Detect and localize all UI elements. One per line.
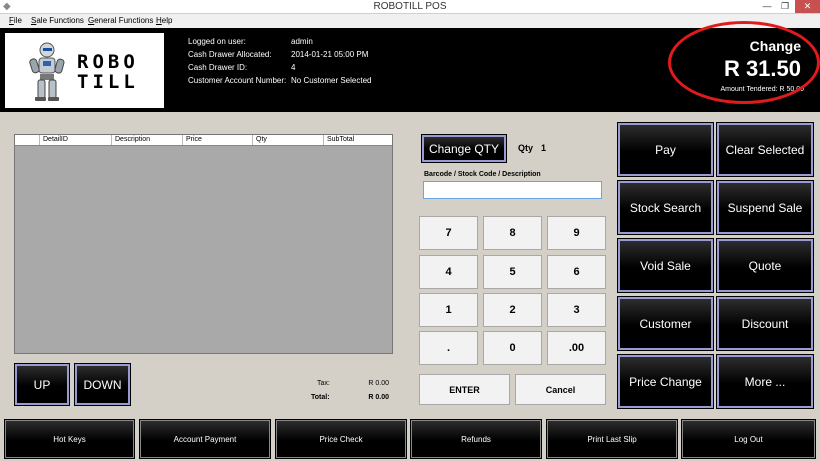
column-price[interactable]: Price (182, 135, 252, 145)
tax-label: Tax: (317, 380, 330, 387)
column-description[interactable]: Description (111, 135, 182, 145)
keypad-0[interactable]: 0 (483, 331, 542, 365)
logo-line-2: TILL (77, 71, 139, 93)
logo-wordmark: ROBO TILL (77, 52, 161, 92)
clear-selected-button[interactable]: Clear Selected (716, 122, 814, 177)
logged-user-label: Logged on user: (188, 37, 246, 46)
menu-help[interactable]: Help (156, 15, 172, 27)
customer-account-label: Customer Account Number: (188, 76, 287, 85)
cash-drawer-id-label: Cash Drawer ID: (188, 63, 248, 72)
column-detailid[interactable]: DetailID (39, 135, 111, 145)
price-check-button[interactable]: Price Check (275, 419, 407, 459)
pay-button[interactable]: Pay (617, 122, 714, 177)
up-button[interactable]: UP (14, 363, 70, 406)
void-sale-button[interactable]: Void Sale (617, 238, 714, 293)
minimize-button[interactable]: — (759, 0, 775, 13)
robotill-logo: ROBO TILL (5, 33, 164, 108)
qty-value: 1 (541, 143, 547, 153)
barcode-label: Barcode / Stock Code / Description (424, 171, 541, 178)
change-label: Change (749, 38, 801, 54)
enter-button[interactable]: ENTER (419, 374, 510, 405)
column-subtotal[interactable]: SubTotal (323, 135, 392, 145)
keypad-7[interactable]: 7 (419, 216, 478, 250)
close-button[interactable]: ✕ (795, 0, 820, 13)
menu-sale-functions[interactable]: Sale Functions (31, 15, 84, 27)
tax-value: R 0.00 (368, 380, 389, 387)
change-qty-button[interactable]: Change QTY (421, 134, 507, 163)
customer-button[interactable]: Customer (617, 296, 714, 351)
barcode-input[interactable] (423, 181, 602, 199)
down-button[interactable]: DOWN (74, 363, 131, 406)
header-panel: ROBO TILL Logged on user: Cash Drawer Al… (0, 28, 820, 112)
maximize-button[interactable]: ❐ (777, 0, 793, 13)
quote-button[interactable]: Quote (716, 238, 814, 293)
keypad-2[interactable]: 2 (483, 293, 542, 327)
total-label: Total: (311, 394, 330, 401)
cancel-button[interactable]: Cancel (515, 374, 606, 405)
cash-drawer-id-value: 4 (291, 63, 296, 72)
menu-file[interactable]: File (9, 15, 22, 27)
account-payment-button[interactable]: Account Payment (139, 419, 271, 459)
change-amount: R 31.50 (723, 56, 801, 81)
keypad-3[interactable]: 3 (547, 293, 606, 327)
cash-drawer-allocated-value: 2014-01-21 05:00 PM (291, 50, 369, 59)
keypad-double-zero[interactable]: .00 (547, 331, 606, 365)
keypad-decimal[interactable]: . (419, 331, 478, 365)
discount-button[interactable]: Discount (716, 296, 814, 351)
grid-header: DetailID Description Price Qty SubTotal (15, 135, 392, 146)
window-title: ROBOTILL POS (373, 1, 447, 12)
keypad-6[interactable]: 6 (547, 255, 606, 289)
logged-user-value: admin (291, 37, 313, 46)
menu-bar: File Sale Functions General Functions He… (0, 14, 820, 28)
more-button[interactable]: More ... (716, 354, 814, 409)
qty-label: Qty (518, 143, 534, 153)
price-change-button[interactable]: Price Change (617, 354, 714, 409)
robot-icon (29, 42, 65, 101)
logo-line-1: ROBO (77, 51, 139, 73)
grid-row-header (15, 135, 39, 145)
stock-search-button[interactable]: Stock Search (617, 180, 714, 235)
sale-items-grid[interactable]: DetailID Description Price Qty SubTotal (14, 134, 393, 354)
keypad-5[interactable]: 5 (483, 255, 542, 289)
log-out-button[interactable]: Log Out (681, 419, 816, 459)
column-qty[interactable]: Qty (252, 135, 323, 145)
total-value: R 0.00 (368, 394, 389, 401)
cash-drawer-allocated-label: Cash Drawer Allocated: (188, 50, 272, 59)
amount-tendered: Amount Tendered: R 50.00 (720, 86, 804, 93)
customer-account-value: No Customer Selected (291, 76, 372, 85)
keypad-8[interactable]: 8 (483, 216, 542, 250)
keypad-1[interactable]: 1 (419, 293, 478, 327)
title-bar: ◆ ROBOTILL POS — ❐ ✕ (0, 0, 820, 14)
keypad-9[interactable]: 9 (547, 216, 606, 250)
menu-general-functions[interactable]: General Functions (88, 15, 153, 27)
print-last-slip-button[interactable]: Print Last Slip (546, 419, 678, 459)
suspend-sale-button[interactable]: Suspend Sale (716, 180, 814, 235)
hot-keys-button[interactable]: Hot Keys (4, 419, 135, 459)
refunds-button[interactable]: Refunds (410, 419, 542, 459)
keypad-4[interactable]: 4 (419, 255, 478, 289)
